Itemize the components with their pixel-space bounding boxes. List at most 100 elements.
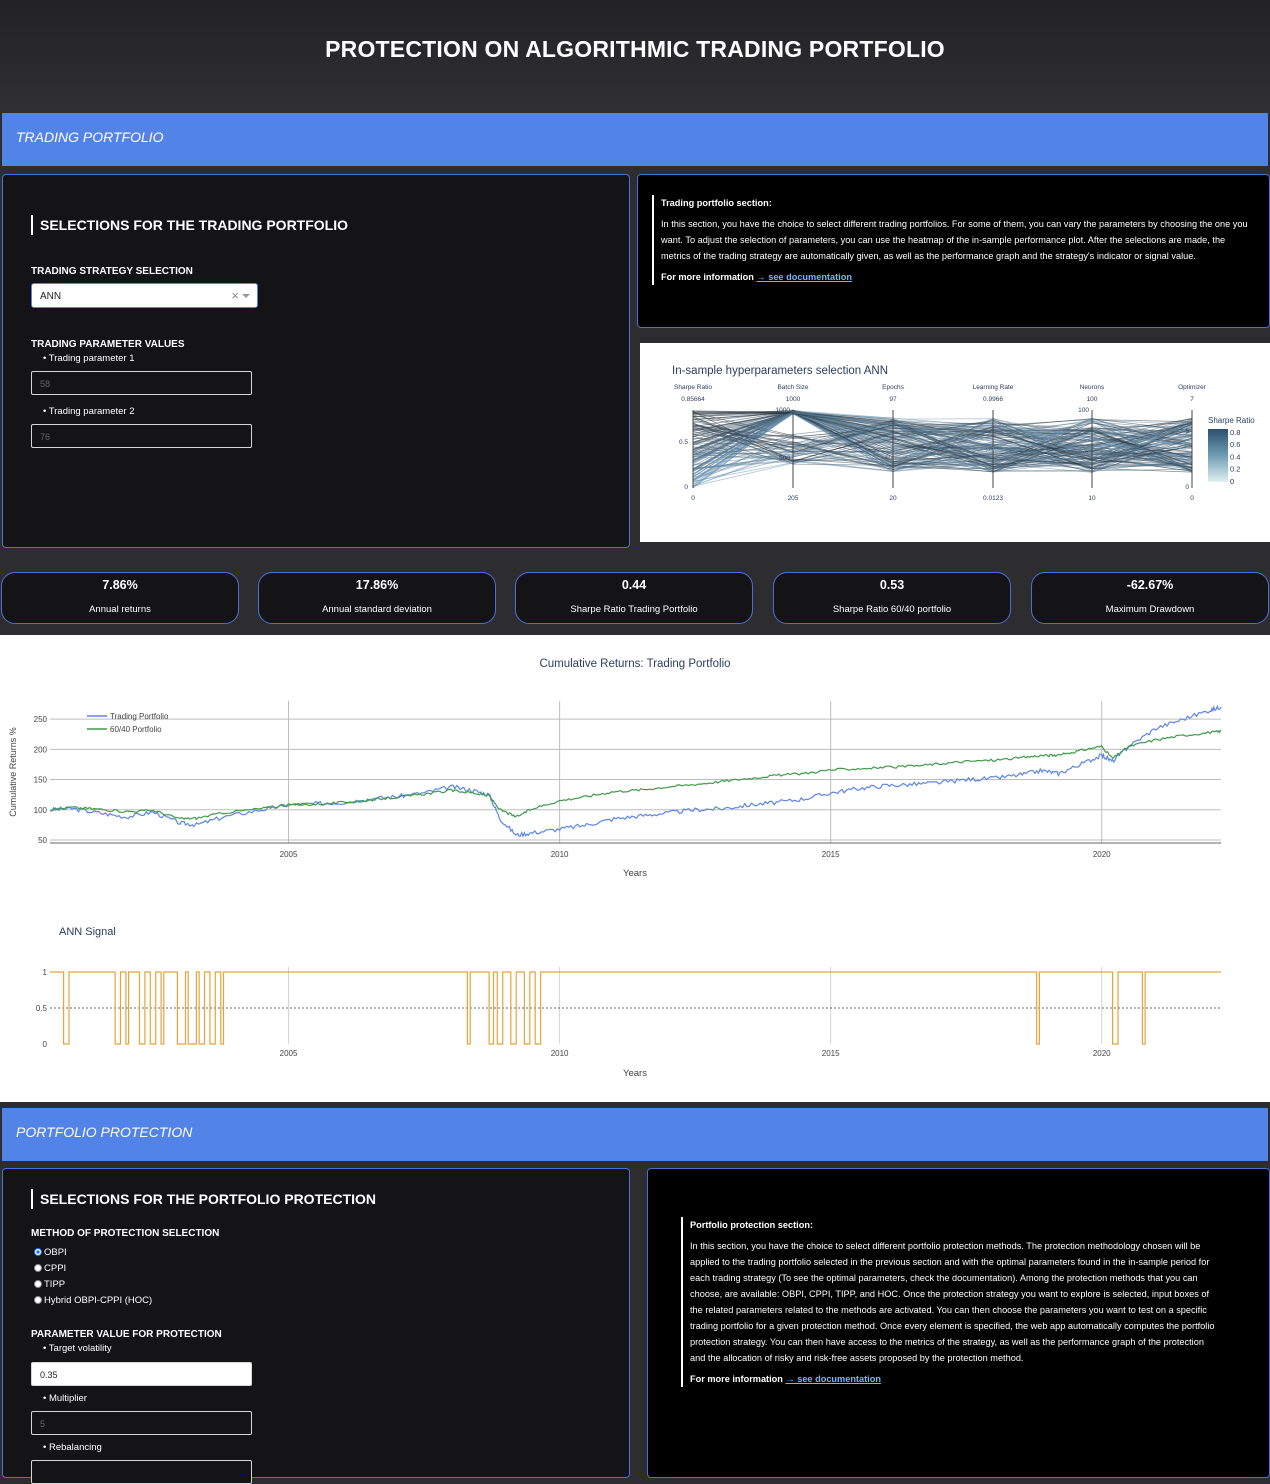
colorbar-title: Sharpe Ratio: [1208, 416, 1255, 425]
x-tick-label: 2005: [280, 850, 298, 859]
parcoords-svg[interactable]: In-sample hyperparameters selection ANN S…: [640, 343, 1270, 542]
trading-info-panel: Trading portfolio section: In this secti…: [637, 174, 1270, 328]
axis-max: 97: [889, 396, 897, 403]
radio-icon[interactable]: [34, 1264, 42, 1272]
metric-label: Maximum Drawdown: [1105, 604, 1195, 615]
radio-label: CPPI: [44, 1263, 67, 1274]
x-tick-label: 2020: [1093, 1049, 1111, 1058]
axis-max: 7: [1190, 396, 1194, 403]
x-tick-label: 2020: [1093, 850, 1111, 859]
x-axis-label: Years: [623, 868, 647, 879]
x-axis-label: Years: [623, 1068, 647, 1079]
metric-annual-returns: 7.86% Annual returns: [1, 572, 239, 624]
axis-bottom: 10: [1088, 495, 1096, 502]
target-volatility-input[interactable]: 0.35: [31, 1362, 252, 1386]
radio-cppi[interactable]: CPPI: [34, 1263, 66, 1275]
multiplier-input[interactable]: 5: [31, 1411, 252, 1435]
rebalancing-label: • Rebalancing: [43, 1442, 102, 1453]
x-tick-label: 2010: [551, 1049, 569, 1058]
colorbar: [1208, 429, 1228, 482]
y-tick-label: 250: [34, 715, 48, 724]
metric-value: -62.67%: [1126, 578, 1174, 592]
strategy-selection-label: TRADING STRATEGY SELECTION: [31, 266, 193, 277]
radio-tipp[interactable]: TIPP: [34, 1279, 65, 1291]
y-tick-label: 200: [34, 745, 48, 754]
target-volatility-label: • Target volatility: [43, 1343, 112, 1354]
colorbar-tick: 0: [1230, 477, 1234, 486]
trading-info-body: In this section, you have the choice to …: [661, 219, 1248, 261]
metric-label: Sharpe Ratio Trading Portfolio: [570, 604, 698, 615]
radio-icon[interactable]: [34, 1280, 42, 1288]
trading-info-text: Trading portfolio section: In this secti…: [652, 195, 1252, 285]
parcoords-title: In-sample hyperparameters selection ANN: [672, 365, 888, 377]
axis-low-tick: 0: [1185, 484, 1189, 491]
axis-mid-tick: 50: [1084, 450, 1092, 457]
param1-input[interactable]: 58: [31, 371, 252, 395]
trading-params-label: TRADING PARAMETER VALUES: [31, 339, 185, 350]
protection-info-panel: Portfolio protection section: In this se…: [647, 1168, 1270, 1478]
axis-bottom: 0.0123: [983, 495, 1003, 502]
radio-selected-icon[interactable]: [34, 1248, 42, 1256]
y-axis-label: Cumulative Returns %: [8, 727, 18, 817]
radio-icon[interactable]: [34, 1296, 42, 1304]
param1-label: • Trading parameter 1: [43, 353, 135, 364]
colorbar-tick: 0.8: [1230, 428, 1240, 437]
colorbar-tick: 0.6: [1230, 440, 1240, 449]
metric-label: Annual returns: [89, 604, 151, 615]
more-info-label: For more information: [690, 1374, 783, 1384]
legend-label: Trading Portfolio: [110, 712, 169, 721]
chevron-down-icon[interactable]: [242, 294, 250, 298]
metric-sharpe-trading: 0.44 Sharpe Ratio Trading Portfolio: [515, 572, 753, 624]
strategy-dropdown[interactable]: ANN ×: [31, 283, 258, 308]
legend-label: 60/40 Portfolio: [110, 725, 162, 734]
axis-name: Sharpe Ratio: [674, 384, 712, 391]
documentation-link[interactable]: → see documentation: [785, 1374, 880, 1384]
metric-value: 0.53: [879, 578, 905, 592]
more-info-label: For more information: [661, 272, 754, 282]
metric-annual-std: 17.86% Annual standard deviation: [258, 572, 496, 624]
trading-info-heading: Trading portfolio section:: [661, 198, 772, 208]
param2-label: • Trading parameter 2: [43, 406, 135, 417]
trading-selections-title: SELECTIONS FOR THE TRADING PORTFOLIO: [31, 215, 348, 235]
param2-input[interactable]: 76: [31, 424, 252, 448]
protection-param-label: PARAMETER VALUE FOR PROTECTION: [31, 1329, 222, 1340]
axis-max: 1000: [786, 396, 801, 403]
colorbar-tick: 0.4: [1230, 452, 1240, 461]
series-line-6040: [49, 729, 1222, 821]
x-tick-label: 2015: [822, 1049, 840, 1058]
protection-selections-title: SELECTIONS FOR THE PORTFOLIO PROTECTION: [31, 1189, 376, 1209]
y-tick-label: 50: [38, 836, 47, 845]
documentation-link[interactable]: → see documentation: [756, 272, 851, 282]
axis-top-tick: 100: [1078, 407, 1089, 414]
radio-obpi[interactable]: OBPI: [34, 1247, 67, 1259]
app-header: PROTECTION ON ALGORITHMIC TRADING PORTFO…: [0, 0, 1270, 113]
axis-bottom: 0: [691, 495, 695, 502]
colorbar-tick: 0.2: [1230, 465, 1240, 474]
trading-section-band: TRADING PORTFOLIO: [2, 113, 1268, 166]
radio-hoc[interactable]: Hybrid OBPI-CPPI (HOC): [34, 1295, 152, 1307]
metric-value: 0.44: [621, 578, 647, 592]
trading-selections-panel: SELECTIONS FOR THE TRADING PORTFOLIO TRA…: [2, 174, 630, 548]
cumulative-returns-chart[interactable]: Cumulative Returns: Trading Portfolio 50 1…: [0, 635, 1270, 895]
radio-label: Hybrid OBPI-CPPI (HOC): [44, 1295, 153, 1306]
method-selection-label: METHOD OF PROTECTION SELECTION: [31, 1228, 220, 1239]
radio-label: TIPP: [44, 1279, 66, 1290]
metric-value: 17.86%: [355, 578, 399, 592]
y-tick-label: 0.5: [36, 1004, 48, 1013]
ann-signal-chart[interactable]: ANN Signal 2005 2010 2015 2020 0 0.5 1 Years: [0, 895, 1270, 1102]
series-line-trading: [49, 704, 1222, 838]
axis-top-tick: 1000: [776, 407, 791, 414]
metric-label: Sharpe Ratio 60/40 portfolio: [832, 604, 952, 615]
y-tick-label: 0: [43, 1040, 48, 1049]
strategy-selected-value: ANN: [40, 291, 62, 302]
axis-mid-tick: 500: [779, 455, 790, 462]
hyperparameter-parcoords-chart[interactable]: In-sample hyperparameters selection ANN S…: [640, 343, 1270, 542]
metric-sharpe-6040: 0.53 Sharpe Ratio 60/40 portfolio: [773, 572, 1011, 624]
axis-name: Learning Rate: [973, 384, 1014, 391]
axis-max: 100: [1087, 396, 1098, 403]
chart-title: Cumulative Returns: Trading Portfolio: [539, 658, 730, 670]
protection-selections-panel: SELECTIONS FOR THE PORTFOLIO PROTECTION …: [2, 1168, 630, 1484]
trading-band-title: TRADING PORTFOLIO: [16, 129, 164, 145]
clear-icon[interactable]: ×: [231, 288, 239, 303]
axis-name: Epochs: [882, 384, 904, 391]
